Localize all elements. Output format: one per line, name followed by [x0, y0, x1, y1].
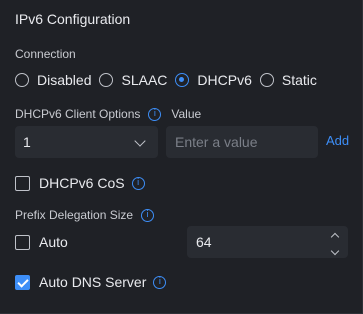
dhcpv6-cos-checkbox[interactable]: [15, 175, 30, 191]
radio-static[interactable]: Static: [259, 72, 317, 88]
prefix-delegation-label: Prefix Delegation Size: [15, 208, 134, 222]
prefix-size-value: 64: [196, 234, 212, 250]
radio-static-label: Static: [281, 72, 317, 88]
radio-disabled-label: Disabled: [37, 72, 92, 88]
radio-slaac-circle[interactable]: [99, 73, 114, 87]
prefix-auto-label: Auto: [39, 234, 68, 250]
radio-static-circle[interactable]: [259, 73, 274, 87]
client-option-selected-value: 1: [23, 134, 31, 150]
info-icon[interactable]: i: [141, 208, 155, 222]
chevron-up-icon[interactable]: [330, 232, 340, 242]
auto-dns-row: Auto DNS Server i: [15, 273, 167, 291]
client-options-label: DHCPv6 Client Options: [15, 107, 141, 121]
ipv6-configuration-panel: IPv6 Configuration Connection Disabled S…: [0, 0, 363, 314]
radio-dhcpv6[interactable]: DHCPv6: [175, 72, 252, 88]
radio-dhcpv6-label: DHCPv6: [197, 72, 252, 88]
info-icon[interactable]: i: [131, 176, 145, 190]
radio-slaac[interactable]: SLAAC: [99, 72, 167, 88]
dhcpv6-cos-row: DHCPv6 CoS i: [15, 174, 145, 192]
radio-disabled[interactable]: Disabled: [15, 72, 91, 88]
prefix-size-spinner: [330, 232, 340, 256]
connection-radio-group: Disabled SLAAC DHCPv6 Static: [15, 70, 325, 90]
chevron-down-icon: [134, 135, 146, 147]
info-icon[interactable]: i: [148, 107, 162, 121]
chevron-down-icon[interactable]: [330, 246, 340, 256]
prefix-auto-row: Auto: [15, 233, 68, 251]
info-icon[interactable]: i: [153, 275, 167, 289]
radio-disabled-circle[interactable]: [15, 73, 29, 87]
prefix-delegation-header: Prefix Delegation Size i: [15, 207, 155, 223]
auto-dns-checkbox[interactable]: [15, 274, 30, 290]
client-options-header: DHCPv6 Client Options i Value: [15, 106, 201, 122]
value-label: Value: [171, 107, 202, 121]
add-button[interactable]: Add: [326, 133, 349, 148]
auto-dns-label: Auto DNS Server: [39, 274, 147, 290]
dhcpv6-cos-label: DHCPv6 CoS: [39, 175, 125, 191]
client-option-select[interactable]: 1: [15, 126, 158, 158]
panel-title: IPv6 Configuration: [15, 11, 131, 27]
radio-slaac-label: SLAAC: [121, 72, 168, 88]
prefix-auto-checkbox[interactable]: [15, 234, 30, 250]
prefix-size-input[interactable]: 64: [187, 226, 348, 258]
client-option-value-input[interactable]: [166, 126, 318, 158]
connection-label: Connection: [15, 47, 76, 61]
radio-dhcpv6-circle[interactable]: [175, 73, 190, 87]
